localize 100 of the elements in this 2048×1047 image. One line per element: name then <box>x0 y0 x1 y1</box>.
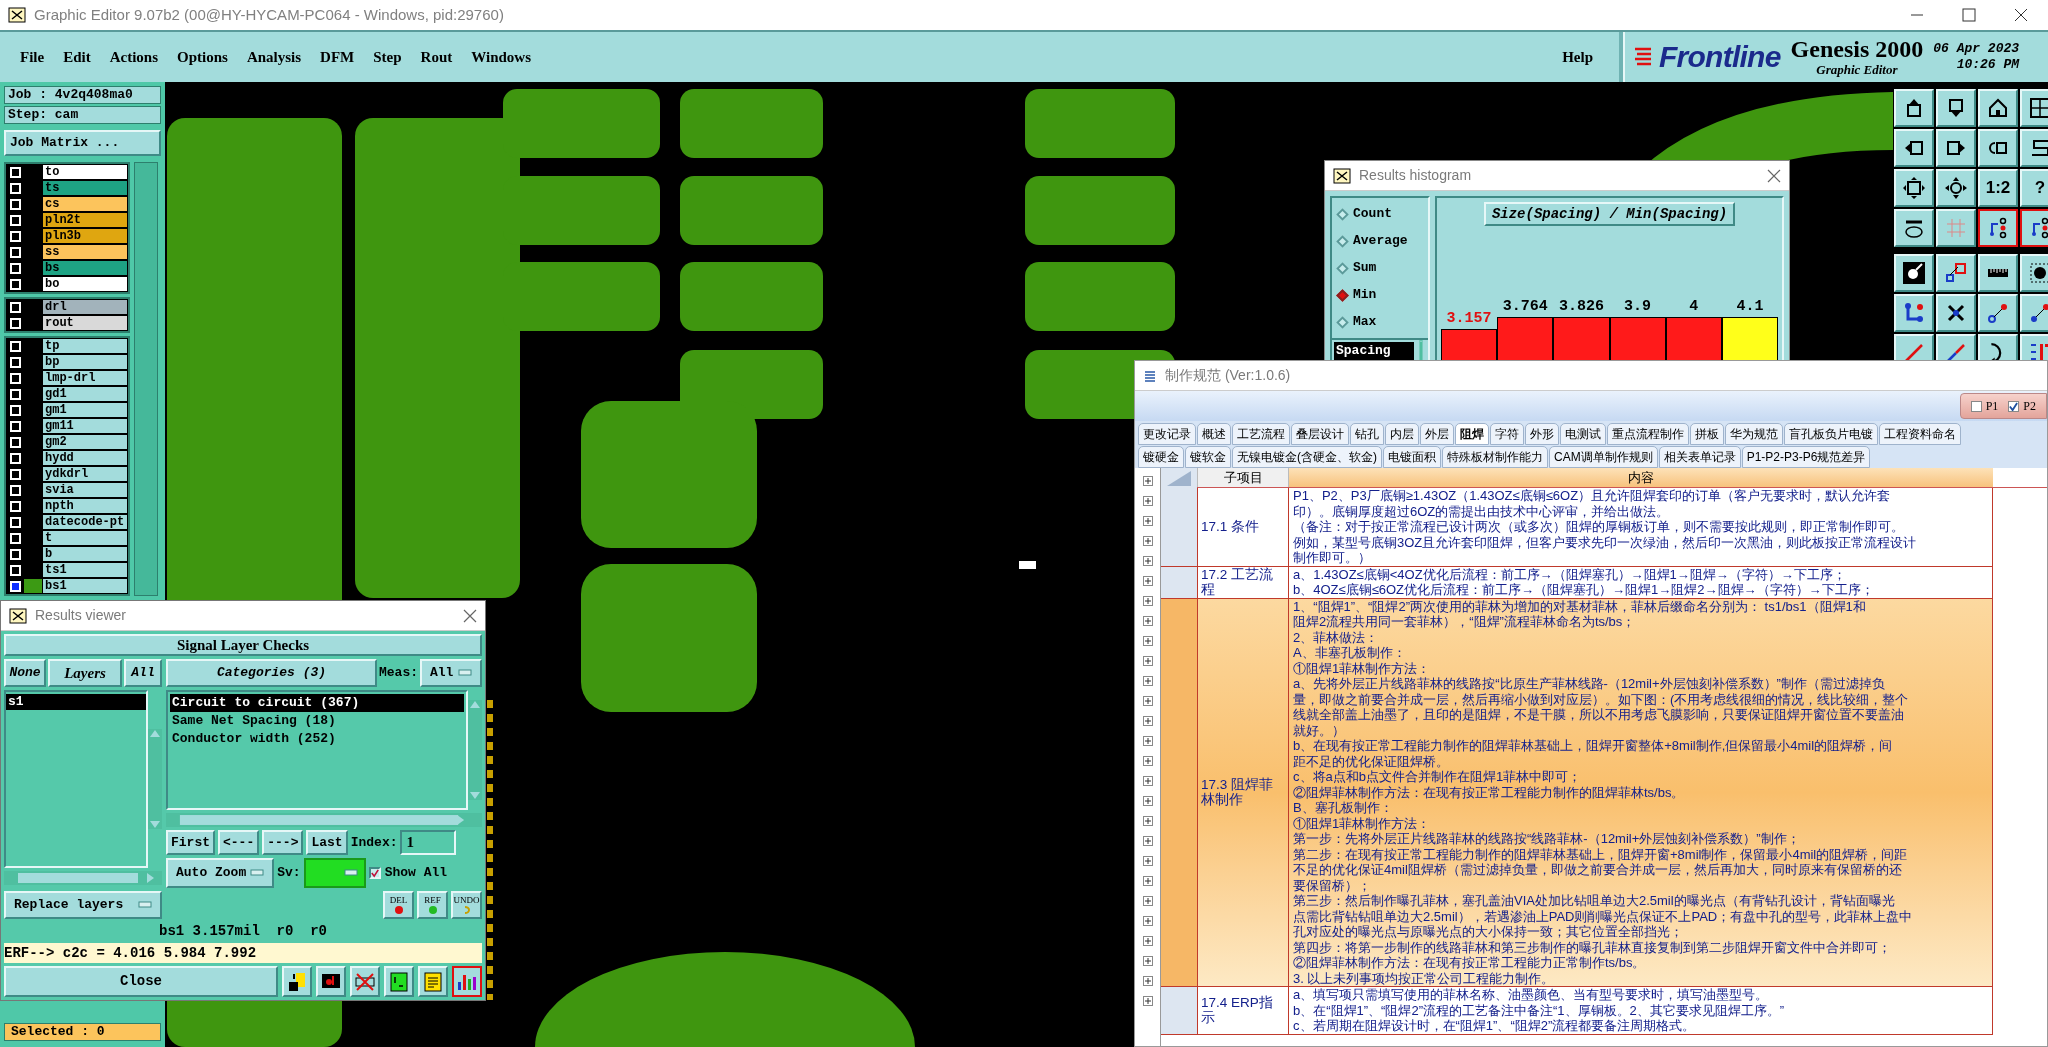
tab[interactable]: 钻孔 <box>1350 423 1384 445</box>
layer-name[interactable]: ydkdrl <box>42 466 128 482</box>
mode-radio[interactable]: Sum <box>1338 258 1428 278</box>
tab[interactable]: 相关表单记录 <box>1658 446 1741 468</box>
tab[interactable]: P1-P2-P3-P6规范差异 <box>1741 446 1871 468</box>
edit-button[interactable]: UNDO <box>451 891 482 919</box>
layer-name[interactable]: rout <box>42 315 128 331</box>
layer-name[interactable]: npth <box>42 498 128 514</box>
layer-checkbox[interactable] <box>9 278 21 290</box>
tab[interactable]: 阻焊 <box>1455 423 1489 445</box>
layer-checkbox[interactable] <box>9 262 21 274</box>
layer-checkbox[interactable] <box>9 564 21 576</box>
tab[interactable]: 华为规范 <box>1725 423 1783 445</box>
layer-name[interactable]: gm1 <box>42 402 128 418</box>
layer-name[interactable]: pln3b <box>42 228 128 244</box>
tab[interactable]: 重点流程制作 <box>1607 423 1689 445</box>
tab[interactable]: 外层 <box>1420 423 1454 445</box>
tab[interactable]: 字符 <box>1490 423 1524 445</box>
layer-name[interactable]: cs <box>42 196 128 212</box>
layer-checkbox[interactable] <box>9 301 21 313</box>
tab[interactable]: 拼板 <box>1690 423 1724 445</box>
category-list-item[interactable]: Circuit to circuit (367) <box>170 694 464 712</box>
layer-checkbox[interactable] <box>9 317 21 329</box>
nav-button[interactable]: Last <box>306 830 348 855</box>
menu-item[interactable]: Edit <box>63 45 91 69</box>
layer-name[interactable]: ts1 <box>42 562 128 578</box>
menu-item[interactable]: File <box>20 45 45 69</box>
layer-checkbox[interactable] <box>9 166 21 178</box>
meas-dropdown[interactable]: All <box>420 659 482 687</box>
layer-name[interactable]: to <box>42 164 128 180</box>
layer-checkbox[interactable] <box>9 182 21 194</box>
layer-name[interactable]: lmp-drl <box>42 370 128 386</box>
layer-checkbox[interactable] <box>9 356 21 368</box>
plant-checkbox[interactable]: P1 <box>1970 397 1999 415</box>
tab[interactable]: 特殊板材制作能力 <box>1442 446 1548 468</box>
tab[interactable]: 外形 <box>1525 423 1559 445</box>
layer-name[interactable]: svia <box>42 482 128 498</box>
tab[interactable]: 工艺流程 <box>1232 423 1290 445</box>
menu-item[interactable]: Help <box>1562 45 1593 69</box>
replace-mode-dropdown[interactable]: Replace layers <box>4 891 162 919</box>
tab[interactable]: 电镀面积 <box>1383 446 1441 468</box>
none-button[interactable]: None <box>4 659 46 687</box>
tool-button[interactable]: 1:2 <box>1978 169 2018 207</box>
layer-checkbox[interactable] <box>9 580 21 592</box>
mode-radio[interactable]: Count <box>1338 204 1428 224</box>
tab[interactable]: 镀硬金 <box>1138 446 1184 468</box>
layer-checkbox[interactable] <box>9 436 21 448</box>
show-all-checkbox[interactable]: Show All <box>368 863 448 883</box>
layer-name[interactable]: bp <box>42 354 128 370</box>
menu-item[interactable]: Actions <box>109 45 158 69</box>
layer-list-item[interactable]: s1 <box>6 694 146 710</box>
layer-checkbox[interactable] <box>9 340 21 352</box>
layer-name[interactable]: tp <box>42 338 128 354</box>
menu-item[interactable]: Step <box>373 45 402 69</box>
nav-button[interactable]: <--- <box>218 830 260 855</box>
tab[interactable]: 叠层设计 <box>1291 423 1349 445</box>
menu-item[interactable]: Analysis <box>246 45 302 69</box>
layer-name[interactable]: drl <box>42 299 128 315</box>
tool-button[interactable] <box>1978 209 2018 247</box>
layer-checkbox[interactable] <box>9 214 21 226</box>
category-list-item[interactable]: Conductor width (252) <box>170 730 464 748</box>
layer-name[interactable]: t <box>42 530 128 546</box>
layer-name[interactable]: bo <box>42 276 128 292</box>
mode-radio[interactable]: Min <box>1338 285 1428 305</box>
tab[interactable]: 概述 <box>1197 423 1231 445</box>
mode-radio[interactable]: Max <box>1338 312 1428 332</box>
row-header[interactable] <box>1161 566 1197 598</box>
tab[interactable]: CAM调单制作规则 <box>1549 446 1658 468</box>
layer-name[interactable]: ss <box>42 244 128 260</box>
layer-name[interactable]: datecode-pt <box>42 514 128 530</box>
layer-checkbox[interactable] <box>9 372 21 384</box>
layer-checkbox[interactable] <box>9 548 21 560</box>
layer-name[interactable]: bs1 <box>42 578 128 594</box>
tab[interactable]: 工程资料命名 <box>1879 423 1961 445</box>
zoom-dropdown[interactable]: Auto Zoom <box>166 858 275 888</box>
layer-checkbox[interactable] <box>9 468 21 480</box>
layer-name[interactable]: b <box>42 546 128 562</box>
layer-checkbox[interactable] <box>9 230 21 242</box>
layer-checkbox[interactable] <box>9 404 21 416</box>
field-list-item[interactable]: Spacing <box>1334 342 1414 360</box>
all-button[interactable]: All <box>124 659 162 687</box>
layer-checkbox[interactable] <box>9 388 21 400</box>
tool-button[interactable] <box>2020 209 2048 247</box>
category-list-item[interactable]: Same Net Spacing (18) <box>170 712 464 730</box>
layer-name[interactable]: pln2t <box>42 212 128 228</box>
layer-checkbox[interactable] <box>9 532 21 544</box>
layer-checkbox[interactable] <box>9 452 21 464</box>
layer-name[interactable]: bs <box>42 260 128 276</box>
tab[interactable]: 电测试 <box>1560 423 1606 445</box>
edit-button[interactable]: DEL <box>383 891 414 919</box>
sv-color-dropdown[interactable] <box>303 858 366 888</box>
layer-checkbox[interactable] <box>9 500 21 512</box>
menu-item[interactable]: Options <box>177 45 228 69</box>
tool-button[interactable]: ? <box>2020 169 2048 207</box>
tab[interactable]: 更改记录 <box>1138 423 1196 445</box>
layer-checkbox[interactable] <box>9 198 21 210</box>
layer-name[interactable]: gm11 <box>42 418 128 434</box>
categories-button[interactable]: Categories (3) <box>166 659 377 687</box>
layer-checkbox[interactable] <box>9 420 21 432</box>
job-matrix-button[interactable]: Job Matrix ... <box>4 130 161 156</box>
